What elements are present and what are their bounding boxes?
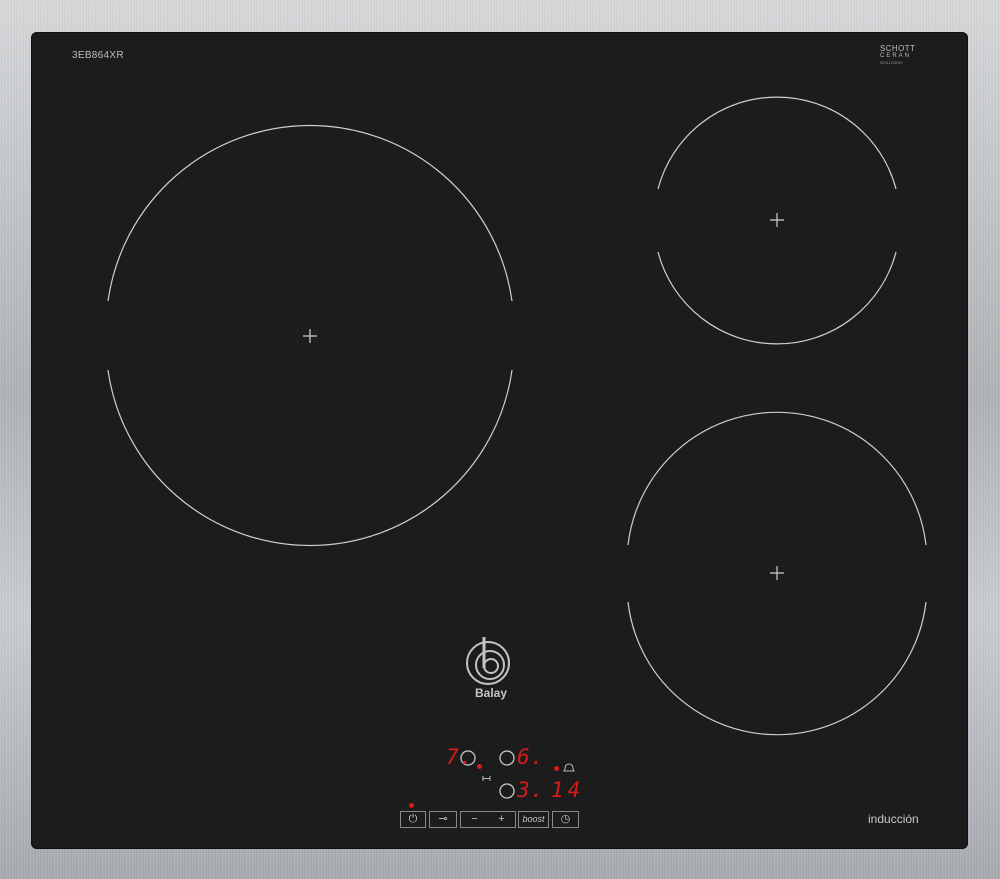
indicator-dot-timer [554,766,559,771]
level-control[interactable]: − + [460,811,516,828]
key-icon: ⊸ [438,813,448,825]
zone-select-rear-right-icon[interactable] [499,750,515,766]
minus-button[interactable]: − [471,812,477,827]
ceran-label: CERAN [880,53,912,59]
cooking-zone-rear-right[interactable] [657,96,897,345]
power-indicator-dot [409,803,414,808]
display-zone-left: 7. [446,745,474,769]
clock-icon: ◷ [560,813,571,825]
timer-button[interactable]: ◷ [552,811,579,828]
glass-code: 00011D0000 [880,60,903,65]
child-lock-button[interactable]: ⊸ [429,811,457,828]
cooking-zones [107,96,927,799]
boost-button[interactable]: boost [518,811,549,828]
plus-button[interactable]: + [498,812,504,827]
display-zone-rear-right: 6. [517,745,545,769]
bell-icon [563,763,575,772]
boost-label: boost [522,814,545,824]
cooking-zone-left[interactable] [107,124,513,547]
transfer-icon [482,776,491,781]
power-button[interactable]: ⏻ [400,811,426,828]
cooking-zone-front-right[interactable] [627,411,927,736]
display-timer: 14 [551,778,585,802]
schott-ceran-mark: SCHOTT CERAN 00011D0000 [880,44,930,66]
schott-label: SCHOTT [880,44,916,53]
indicator-dot-left [477,764,482,769]
induction-label: inducción [868,812,919,826]
model-label: 3EB864XR [72,50,124,61]
power-icon: ⏻ [408,813,418,825]
brand-label: Balay [474,686,508,700]
display-zone-front-right: 3. [517,778,545,802]
balay-logo-icon [466,637,510,685]
zone-select-front-right-icon[interactable] [499,783,515,799]
